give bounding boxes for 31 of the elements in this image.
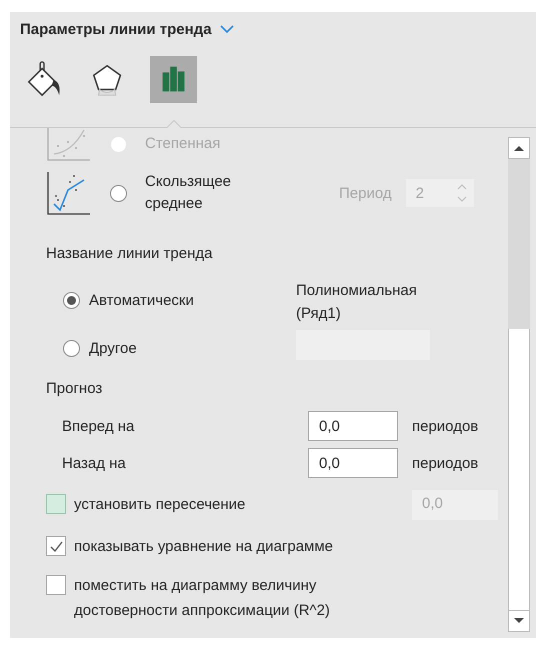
trend-type-label: Степенная — [145, 134, 222, 154]
forecast-label: Вперед на — [62, 418, 136, 434]
forecast-label: Назад на — [62, 454, 127, 472]
checkbox[interactable] — [46, 494, 66, 514]
input-field[interactable]: 0,0 — [308, 448, 398, 478]
scroll-down-icon[interactable] — [513, 617, 525, 625]
trendline-chart-icon — [46, 170, 92, 216]
chevron-down-icon[interactable] — [220, 24, 234, 34]
section-title: Прогноз — [46, 380, 104, 397]
section-title: Название линии тренда — [46, 245, 214, 262]
checkbox-label: поместить на диаграмму величину достоверности аппроксимации (R^2) — [74, 576, 331, 621]
checkmark-icon — [48, 540, 64, 552]
checkbox-label: установить пересечение — [74, 495, 246, 515]
checkbox[interactable] — [46, 536, 66, 556]
panel-title: Параметры линии тренда — [20, 20, 212, 38]
radio-button[interactable] — [110, 184, 127, 202]
radio-label: Автоматически — [89, 292, 194, 308]
radio-button[interactable] — [63, 340, 80, 356]
trend-type-label: Скользящее среднее — [145, 172, 232, 214]
input-field[interactable]: 0,0 — [308, 411, 398, 441]
checkbox-label: показывать уравнение на диаграмме — [74, 537, 334, 557]
radio-label: Другое — [89, 340, 137, 356]
period-label: Период — [339, 184, 392, 202]
trendline-name-value: Полиномиальная (Ряд1) — [296, 281, 418, 324]
unit-label: периодов — [412, 454, 480, 472]
trendline-chart-icon — [46, 127, 92, 162]
unit-label: периодов — [412, 418, 480, 434]
checkbox[interactable] — [46, 575, 66, 595]
scrollbar[interactable] — [508, 137, 530, 632]
scroll-up-icon[interactable] — [513, 144, 525, 152]
radio-button[interactable] — [63, 292, 80, 308]
